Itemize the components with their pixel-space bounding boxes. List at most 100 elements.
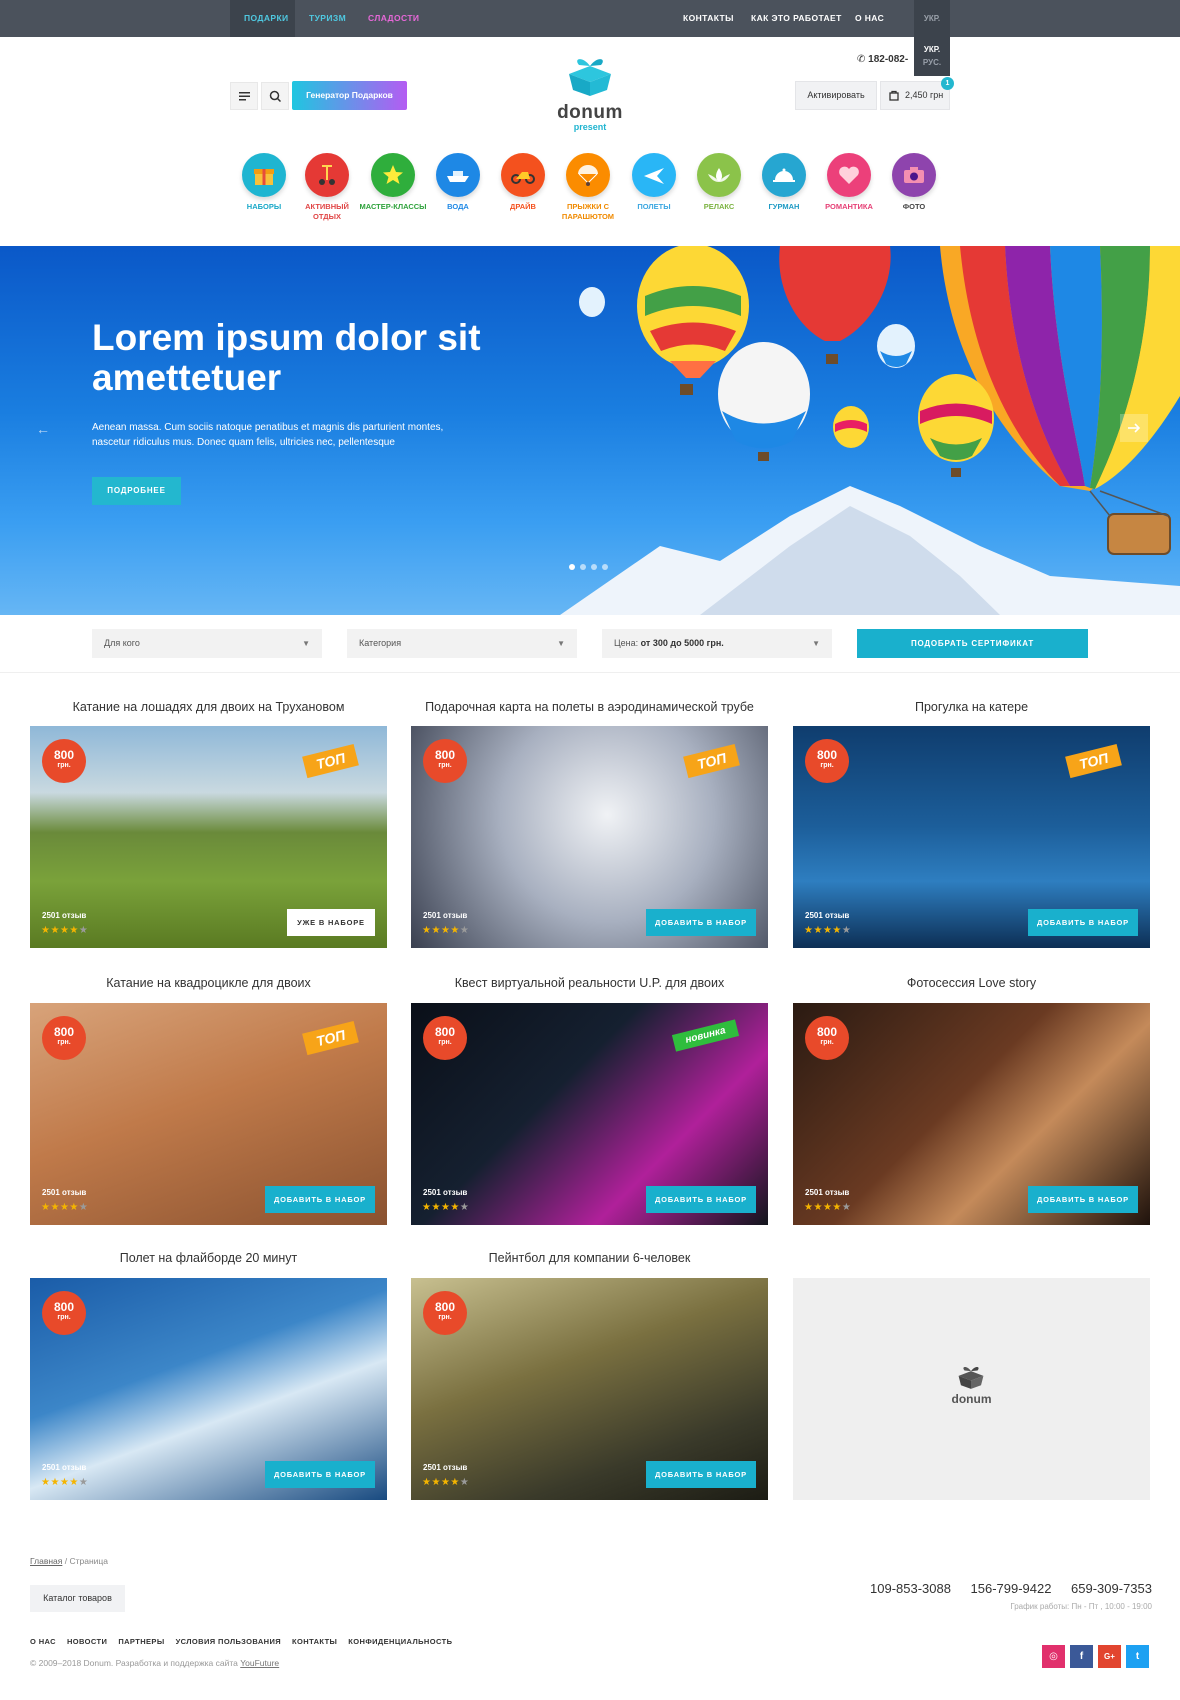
category-gourmet[interactable]: ГУРМАН	[749, 153, 819, 212]
footer-link-privacy[interactable]: КОНФИДЕНЦИАЛЬНОСТЬ	[348, 1637, 452, 1646]
footer-link-terms[interactable]: УСЛОВИЯ ПОЛЬЗОВАНИЯ	[176, 1637, 281, 1646]
footer-link-about[interactable]: О НАС	[30, 1637, 56, 1646]
hero-slider: Lorem ipsum dolor sit amettetuer Aenean …	[0, 246, 1180, 615]
catalog-button[interactable]: Каталог товаров	[30, 1585, 125, 1612]
product-title[interactable]: Катание на квадроцикле для двоих	[30, 976, 387, 990]
category-label: ГУРМАН	[768, 202, 800, 211]
add-to-set-button[interactable]: ДОБАВИТЬ В НАБОР	[646, 1186, 756, 1213]
add-to-set-button[interactable]: ДОБАВИТЬ В НАБОР	[265, 1186, 375, 1213]
topnav-how-it-works[interactable]: КАК ЭТО РАБОТАЕТ	[751, 0, 842, 37]
facebook-icon[interactable]: f	[1070, 1645, 1093, 1668]
topnav-tourism[interactable]: ТУРИЗМ	[309, 0, 346, 37]
topnav-about[interactable]: О НАС	[855, 0, 884, 37]
product-title[interactable]: Квест виртуальной реальности U.P. для дв…	[411, 976, 768, 990]
filter-who-select[interactable]: Для кого ▼	[92, 629, 322, 658]
filter-category-select[interactable]: Категория ▼	[347, 629, 577, 658]
product-title[interactable]: Прогулка на катере	[793, 700, 1150, 714]
category-drive[interactable]: ДРАЙВ	[488, 153, 558, 212]
menu-button[interactable]	[230, 82, 258, 110]
category-water[interactable]: ВОДА	[423, 153, 493, 212]
product-title[interactable]: Фотосессия Love story	[793, 976, 1150, 990]
google-plus-icon[interactable]: G+	[1098, 1645, 1121, 1668]
category-parachute[interactable]: ПРЫЖКИ С ПАРАШЮТОМ	[553, 153, 623, 222]
site-logo[interactable]: donum present	[553, 54, 627, 138]
footer-link-contacts[interactable]: КОНТАКТЫ	[292, 1637, 337, 1646]
add-to-set-button[interactable]: ДОБАВИТЬ В НАБОР	[646, 1461, 756, 1488]
slider-dot[interactable]	[602, 564, 608, 570]
footer-link-partners[interactable]: ПАРТНЕРЫ	[118, 1637, 164, 1646]
header-phone[interactable]: ✆ 182-082-	[857, 54, 908, 65]
star-icon: ★	[431, 925, 441, 936]
filter-price-select[interactable]: Цена: от 300 до 5000 грн. ▼	[602, 629, 832, 658]
product-card-image[interactable]: 800 грн. 2501 отзыв ★★★★★ ДОБАВИТЬ В НАБОР	[30, 1278, 387, 1500]
lang-option-ukr[interactable]: УКР.	[914, 45, 950, 54]
product-card-image[interactable]: 800 грн. НОВИНКА 2501 отзыв ★★★★★ ДОБАВИТЬ В …	[411, 1003, 768, 1225]
price-value: 800	[434, 748, 456, 762]
twitter-icon[interactable]: t	[1126, 1645, 1149, 1668]
slider-dot[interactable]	[580, 564, 586, 570]
add-to-set-button[interactable]: ДОБАВИТЬ В НАБОР	[265, 1461, 375, 1488]
breadcrumb: Главная / Страница	[30, 1556, 108, 1566]
reviews-count: 2501 отзыв	[42, 1463, 87, 1472]
category-sets[interactable]: НАБОРЫ	[229, 153, 299, 212]
add-to-set-button[interactable]: ДОБАВИТЬ В НАБОР	[1028, 909, 1138, 936]
category-master-classes[interactable]: МАСТЕР-КЛАССЫ	[358, 153, 428, 212]
reviews-count: 2501 отзыв	[805, 1188, 850, 1197]
product-title[interactable]: Катание на лошадях для двоих на Труханов…	[30, 700, 387, 714]
footer-phone[interactable]: 659-309-7353	[1071, 1581, 1152, 1596]
star-icon: ★	[440, 1477, 451, 1488]
breadcrumb-home-link[interactable]: Главная	[30, 1556, 62, 1566]
topnav-contacts[interactable]: КОНТАКТЫ	[683, 0, 734, 37]
search-button[interactable]	[261, 82, 289, 110]
add-to-set-button[interactable]: ДОБАВИТЬ В НАБОР	[1028, 1186, 1138, 1213]
top-badge: ТОП	[1064, 743, 1122, 779]
add-to-set-button[interactable]: ДОБАВИТЬ В НАБОР	[646, 909, 756, 936]
hero-more-button[interactable]: ПОДРОБНЕЕ	[92, 477, 181, 505]
product-card-image[interactable]: 800 грн. 2501 отзыв ★★★★★ ДОБАВИТЬ В НАБОР	[793, 1003, 1150, 1225]
footer-link-news[interactable]: НОВОСТИ	[67, 1637, 107, 1646]
find-certificate-button[interactable]: ПОДОБРАТЬ СЕРТИФИКАТ	[857, 629, 1088, 658]
category-photo[interactable]: ФОТО	[879, 153, 949, 212]
gift-generator-button[interactable]: Генератор Подарков	[292, 81, 407, 110]
lang-option-rus[interactable]: РУС.	[914, 58, 950, 67]
price-value: 800	[53, 1025, 75, 1039]
slider-next-button[interactable]	[1120, 414, 1148, 442]
category-relax[interactable]: РЕЛАКС	[684, 153, 754, 212]
product-card-image[interactable]: 800 грн. ТОП 2501 отзыв ★★★★★ ДОБАВИТЬ В НАБО…	[411, 726, 768, 948]
copyright: © 2009–2018 Donum. Разработка и поддержк…	[30, 1658, 279, 1668]
star-icon: ★	[59, 1202, 70, 1213]
price-currency: грн.	[57, 1314, 71, 1321]
lang-current[interactable]: УКР.	[914, 14, 950, 23]
category-romance[interactable]: РОМАНТИКА	[814, 153, 884, 212]
product-card-image[interactable]: 800 грн. 2501 отзыв ★★★★★ ДОБАВИТЬ В НАБОР	[411, 1278, 768, 1500]
product-card-image[interactable]: 800 грн. ТОП 2501 отзыв ★★★★★ УЖЕ В НАБОРЕ	[30, 726, 387, 948]
product-title[interactable]: Пейнтбол для компании 6-человек	[411, 1251, 768, 1265]
topnav-gifts[interactable]: ПОДАРКИ	[244, 0, 289, 37]
star-icon: ★	[841, 925, 852, 936]
cart-button[interactable]: 2,450 грн	[880, 81, 950, 110]
slider-dot[interactable]	[569, 564, 575, 570]
price-currency: грн.	[57, 762, 71, 769]
category-flights[interactable]: ПОЛЕТЫ	[619, 153, 689, 212]
language-dropdown[interactable]: УКР. УКР. РУС.	[914, 0, 950, 76]
footer-phone[interactable]: 109-853-3088	[870, 1581, 951, 1596]
logo-wordmark: donum	[557, 102, 623, 123]
product-title[interactable]: Полет на флайборде 20 минут	[30, 1251, 387, 1265]
category-active-rest[interactable]: АКТИВНЫЙ ОТДЫХ	[292, 153, 362, 222]
product-card-image[interactable]: 800 грн. ТОП 2501 отзыв ★★★★★ ДОБАВИТЬ В НАБО…	[793, 726, 1150, 948]
developer-link[interactable]: YouFuture	[240, 1658, 279, 1668]
slider-dot[interactable]	[591, 564, 597, 570]
star-icon: ★	[813, 1202, 823, 1213]
activate-button[interactable]: Активировать	[795, 81, 877, 110]
product-card-image[interactable]: 800 грн. ТОП 2501 отзыв ★★★★★ ДОБАВИТЬ В НАБО…	[30, 1003, 387, 1225]
star-icon: ★	[431, 1477, 441, 1488]
instagram-icon[interactable]: ◎	[1042, 1645, 1065, 1668]
slider-prev-arrow-icon[interactable]: ←	[36, 421, 54, 439]
product-title[interactable]: Подарочная карта на полеты в аэродинамич…	[411, 700, 768, 714]
reviews-count: 2501 отзыв	[805, 911, 850, 920]
motorbike-icon	[501, 153, 545, 197]
already-in-set-button[interactable]: УЖЕ В НАБОРЕ	[287, 909, 375, 936]
topnav-sweets[interactable]: СЛАДОСТИ	[368, 0, 419, 37]
star-icon: ★	[459, 1477, 470, 1488]
footer-phone[interactable]: 156-799-9422	[971, 1581, 1052, 1596]
